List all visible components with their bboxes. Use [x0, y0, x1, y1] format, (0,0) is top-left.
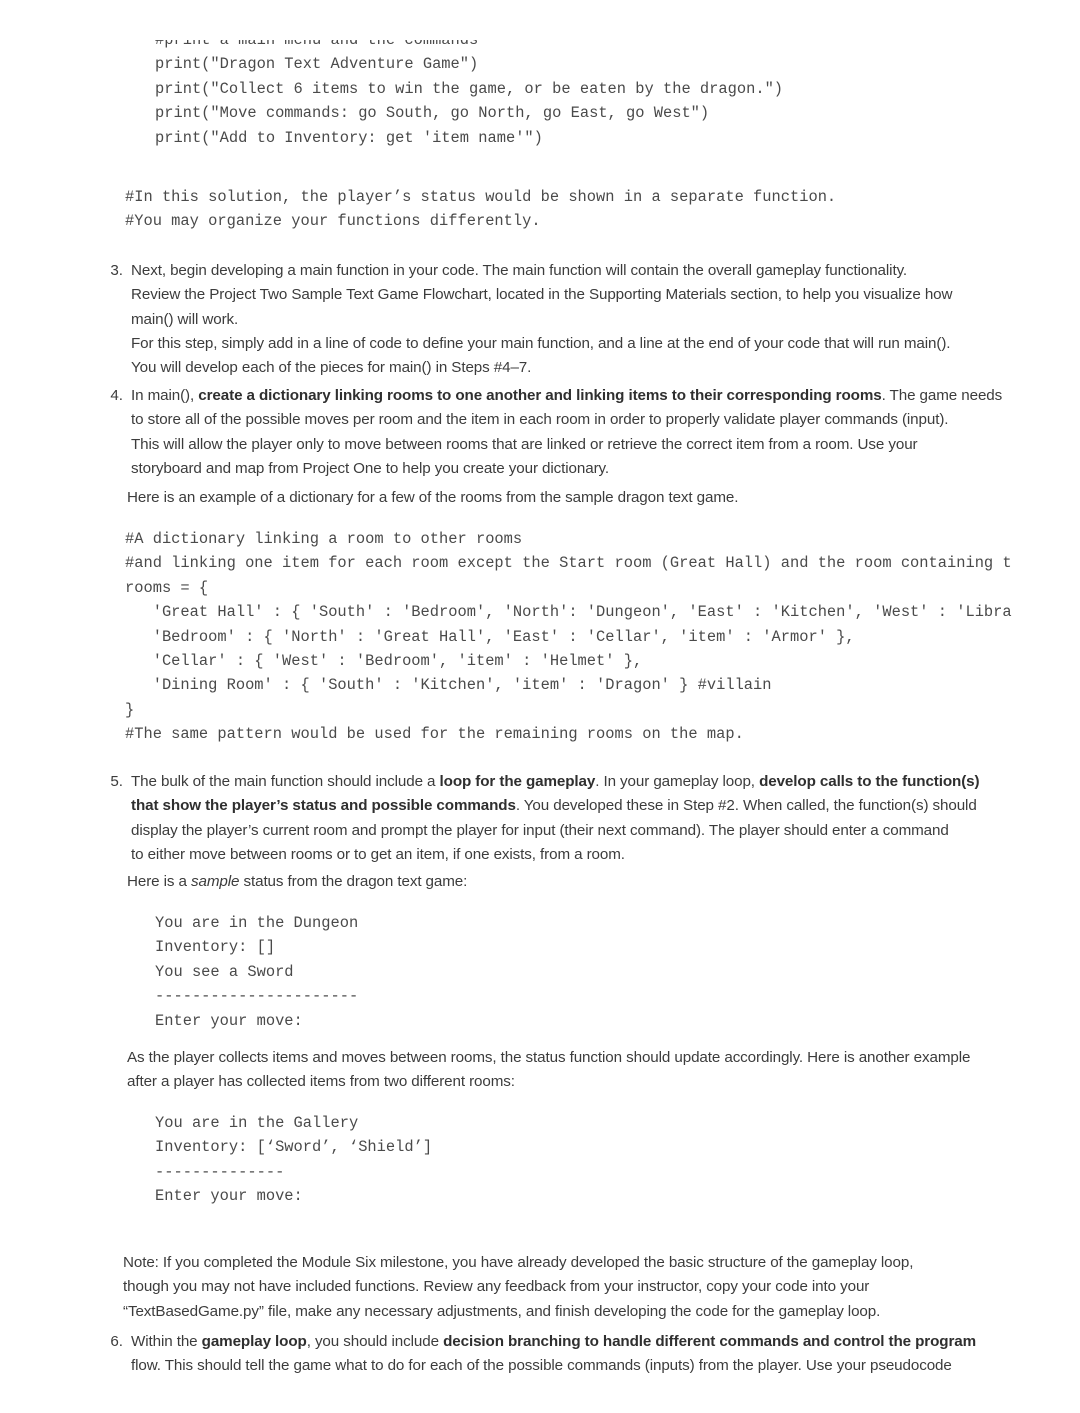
code-line: #The same pattern would be used for the …: [125, 725, 744, 744]
status-update-note: As the player collects items and moves b…: [127, 1046, 1015, 1095]
text-run: The bulk of the main function should inc…: [131, 773, 440, 790]
emphasis-run: decision branching to handle different c…: [443, 1333, 977, 1350]
list-number: 5.: [110, 773, 123, 790]
emphasis-run: create a dictionary linking rooms to one…: [198, 387, 882, 404]
text-line: Review the Project Two Sample Text Game …: [131, 286, 953, 304]
text-line: Here is a sample status from the dragon …: [127, 870, 1047, 894]
status-line: Inventory: []: [155, 938, 276, 957]
emphasis-run: sample: [191, 873, 240, 890]
text-line: As the player collects items and moves b…: [127, 1049, 971, 1066]
list-item-4: 4. In main(), create a dictionary linkin…: [103, 384, 1043, 481]
text-run: , you should include: [306, 1333, 444, 1350]
text-line: though you may not have included functio…: [123, 1278, 870, 1296]
status-line: You are in the Gallery: [155, 1114, 359, 1132]
text-line: main() will work.: [131, 310, 239, 328]
text-line: Next, begin developing a main function i…: [131, 262, 908, 279]
list-number: 4.: [110, 387, 123, 404]
text-run: . The game needs: [881, 387, 1003, 404]
code-comment-line: #You may organize your functions differe…: [125, 212, 541, 231]
code-line: 'Bedroom' : { 'North' : 'Great Hall', 'E…: [125, 627, 855, 646]
status-line: You see a Sword: [155, 962, 294, 981]
code-line: #A dictionary linking a room to other ro…: [125, 530, 523, 548]
code-line: print("Collect 6 items to win the game, …: [155, 79, 784, 98]
list-number: 3.: [110, 262, 123, 279]
code-line: 'Dining Room' : { 'South' : 'Kitchen', '…: [125, 676, 772, 695]
text-line: after a player has collected items from …: [127, 1073, 515, 1091]
list-item-3: 3. Next, begin developing a main functio…: [103, 259, 1043, 380]
list-item-6: 6. Within the gameplay loop, you should …: [103, 1330, 1043, 1413]
text-line: The bulk of the main function should inc…: [131, 770, 1043, 794]
text-run: status from the dragon text game:: [239, 873, 468, 890]
text-line: that show the player’s status and possib…: [131, 794, 1043, 818]
text-line: to store all of the possible moves per r…: [131, 411, 949, 429]
list-item-5: 5. The bulk of the main function should …: [103, 770, 1043, 867]
status-line: You are in the Dungeon: [155, 914, 359, 932]
code-block-top: #print a main menu and the commands prin…: [155, 40, 1055, 162]
text-line: to either move between rooms or to get a…: [131, 845, 625, 863]
text-line: Note: If you completed the Module Six mi…: [123, 1254, 914, 1271]
text-line: “TextBasedGame.py” file, make any necess…: [123, 1302, 881, 1320]
list-number: 6.: [110, 1333, 123, 1350]
code-comment-block-top: #In this solution, the player’s status w…: [125, 185, 1045, 234]
code-line: print("Move commands: go South, go North…: [155, 104, 710, 123]
status-separator: ----------------------: [155, 987, 359, 1006]
code-line: print("Add to Inventory: get 'item name'…: [155, 128, 543, 147]
code-line: 'Great Hall' : { 'South' : 'Bedroom', 'N…: [125, 603, 1013, 622]
status-line: Inventory: [‘Sword’, ‘Shield’]: [155, 1138, 433, 1157]
text-run: Within the: [131, 1333, 202, 1350]
code-line: 'Cellar' : { 'West' : 'Bedroom', 'item' …: [125, 652, 643, 671]
dictionary-example-intro: Here is an example of a dictionary for a…: [127, 486, 1047, 510]
status-prompt: Enter your move:: [155, 1011, 303, 1030]
list-item-body: The bulk of the main function should inc…: [131, 770, 1043, 867]
list-item-body: Next, begin developing a main function i…: [131, 259, 1043, 380]
emphasis-run: develop calls to the function(s): [759, 773, 980, 790]
code-block-rooms-dictionary: #A dictionary linking a room to other ro…: [125, 527, 1013, 747]
text-line: Here is an example of a dictionary for a…: [127, 489, 739, 506]
text-run: In main(),: [131, 387, 199, 404]
code-line: }: [125, 700, 135, 719]
text-line: In main(), create a dictionary linking r…: [131, 384, 1043, 408]
emphasis-run: loop for the gameplay: [439, 773, 596, 790]
text-line: flow. This should tell the game what to …: [131, 1357, 952, 1375]
text-run: . In your gameplay loop,: [595, 773, 760, 790]
text-line: This will allow the player only to move …: [131, 435, 918, 453]
emphasis-run: that show the player’s status and possib…: [131, 797, 516, 815]
status-separator: --------------: [155, 1162, 285, 1181]
text-run: Here is a: [127, 873, 191, 890]
emphasis-run: gameplay loop: [201, 1333, 307, 1350]
code-line: #print a main menu and the commands: [155, 40, 479, 49]
status-output-dungeon: You are in the Dungeon Inventory: [] You…: [155, 911, 655, 1033]
code-line: rooms = {: [125, 578, 209, 597]
list-item-body: Within the gameplay loop, you should inc…: [131, 1330, 1043, 1379]
code-line: print("Dragon Text Adventure Game"): [155, 55, 479, 74]
text-line: You will develop each of the pieces for …: [131, 359, 532, 377]
status-output-gallery: You are in the Gallery Inventory: [‘Swor…: [155, 1111, 655, 1209]
text-line: Within the gameplay loop, you should inc…: [131, 1330, 1043, 1354]
code-comment-line: #In this solution, the player’s status w…: [125, 188, 837, 206]
code-line: #and linking one item for each room exce…: [125, 554, 1013, 573]
document-page: #print a main menu and the commands prin…: [0, 0, 1080, 1413]
status-prompt: Enter your move:: [155, 1187, 303, 1206]
text-run: . You developed these in Step #2. When c…: [515, 797, 977, 815]
list-item-body: In main(), create a dictionary linking r…: [131, 384, 1043, 481]
text-line: display the player’s current room and pr…: [131, 821, 949, 839]
text-line: storyboard and map from Project One to h…: [131, 459, 610, 477]
sample-status-intro: Here is a sample status from the dragon …: [127, 870, 1047, 894]
text-line: For this step, simply add in a line of c…: [131, 334, 951, 352]
milestone-note: Note: If you completed the Module Six mi…: [123, 1251, 1043, 1324]
